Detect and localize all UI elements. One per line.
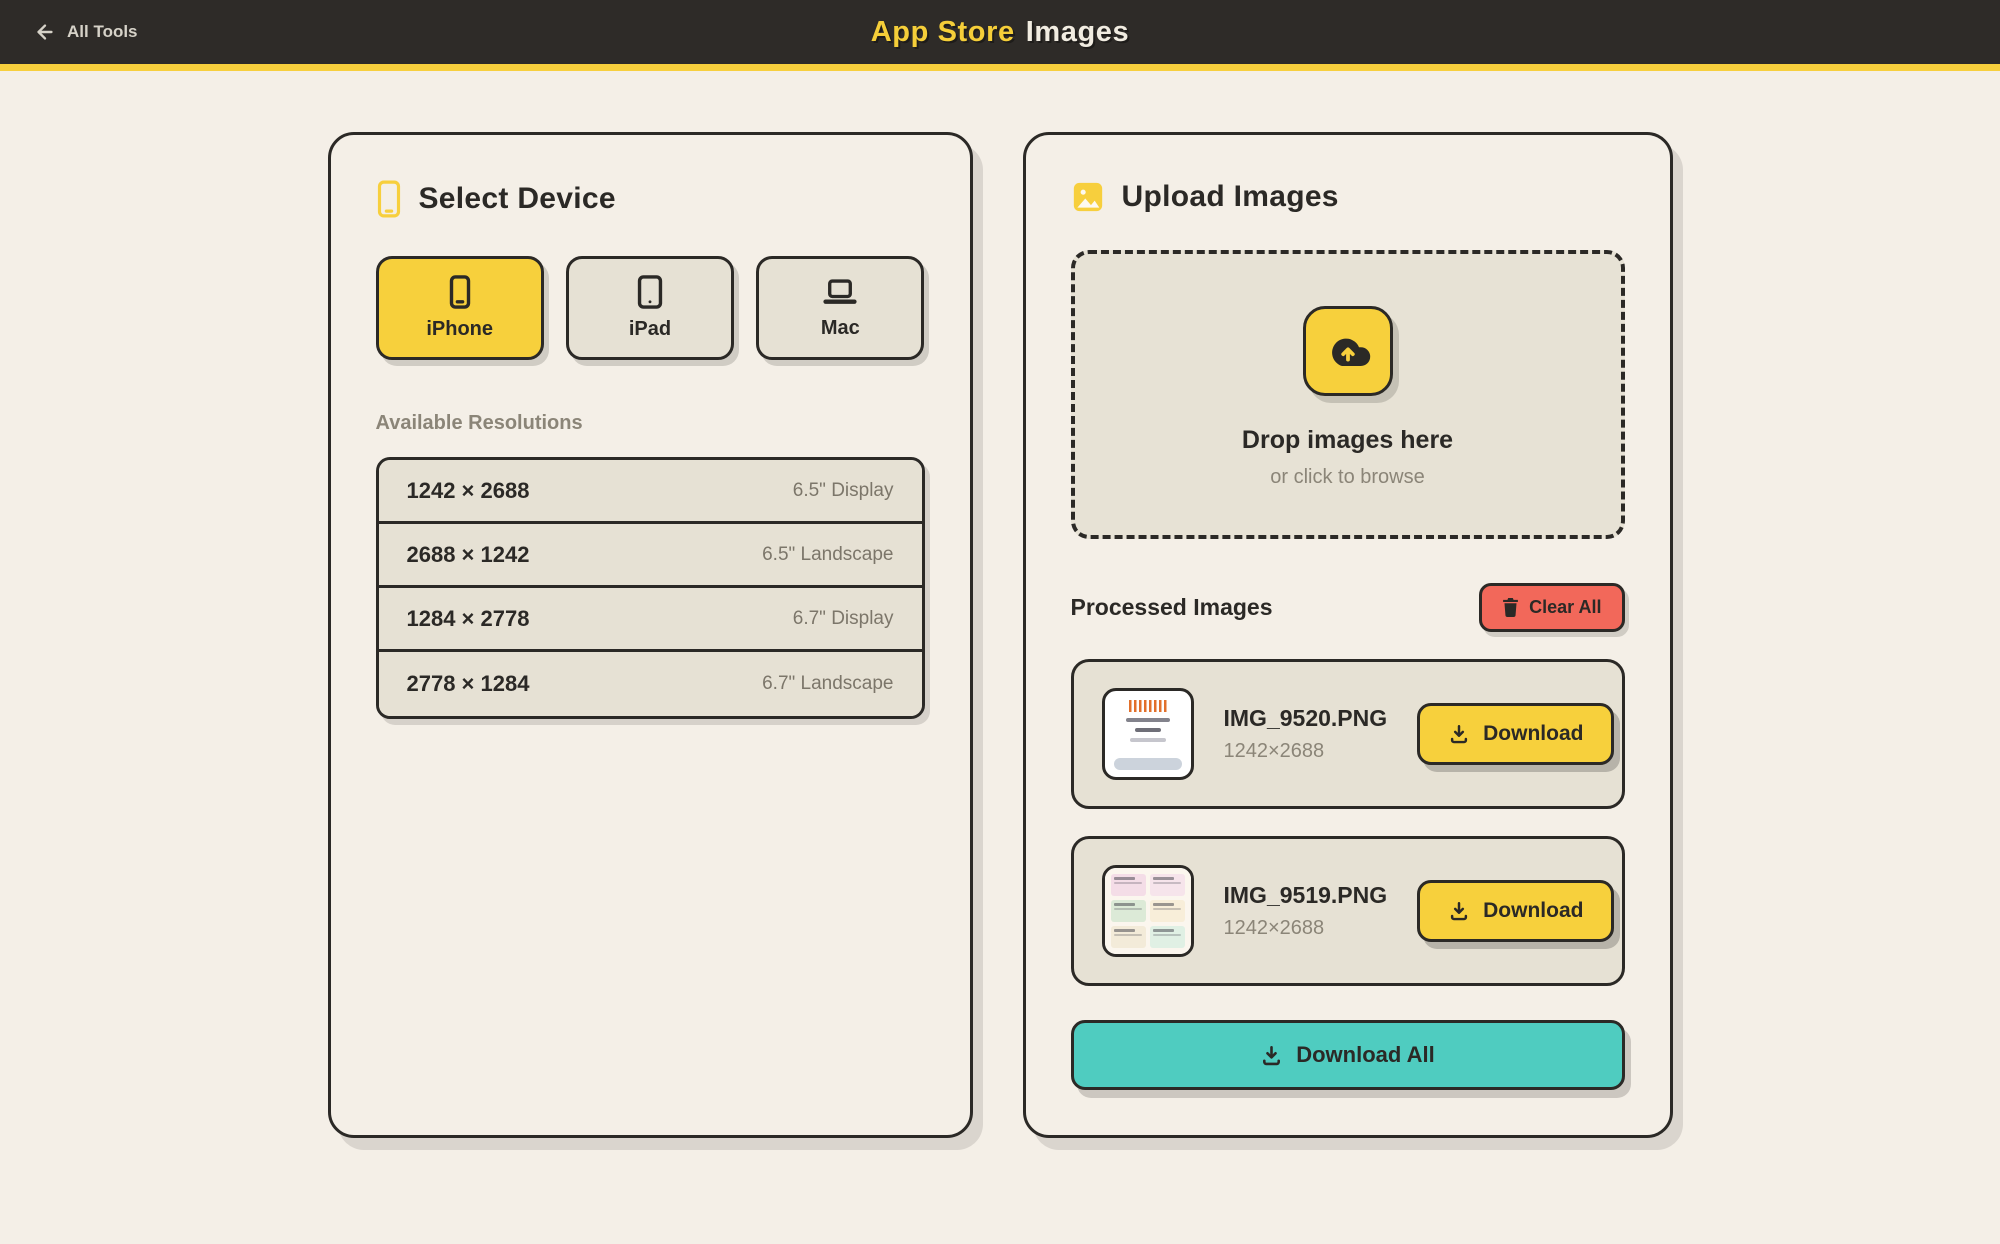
device-button-mac[interactable]: Mac: [756, 256, 924, 360]
resolution-note: 6.7" Landscape: [762, 673, 893, 695]
file-info: IMG_9519.PNG 1242×2688: [1224, 882, 1388, 940]
download-label: Download: [1483, 722, 1583, 746]
download-icon: [1448, 900, 1470, 922]
cloud-upload-icon: [1303, 306, 1393, 396]
arrow-left-icon: [34, 21, 56, 43]
device-button-label: iPad: [629, 318, 671, 341]
resolution-note: 6.5" Landscape: [762, 544, 893, 566]
select-device-title: Select Device: [419, 182, 616, 216]
resolution-list: 1242 × 2688 6.5" Display 2688 × 1242 6.5…: [376, 457, 925, 719]
file-name: IMG_9519.PNG: [1224, 882, 1388, 909]
resolution-note: 6.5" Display: [793, 480, 894, 502]
laptop-icon: [822, 276, 858, 308]
download-button[interactable]: Download: [1417, 703, 1614, 765]
resolution-note: 6.7" Display: [793, 608, 894, 630]
resolution-size: 2688 × 1242: [407, 542, 530, 568]
file-resolution: 1242×2688: [1224, 917, 1388, 940]
back-link[interactable]: All Tools: [34, 21, 138, 43]
download-all-button[interactable]: Download All: [1071, 1020, 1625, 1090]
download-label: Download: [1483, 899, 1583, 923]
resolution-row[interactable]: 1242 × 2688 6.5" Display: [379, 460, 922, 524]
select-device-panel: Select Device iPhone iPad Mac: [328, 132, 973, 1138]
resolution-row[interactable]: 2688 × 1242 6.5" Landscape: [379, 524, 922, 588]
download-all-label: Download All: [1296, 1042, 1435, 1068]
accent-stripe: [0, 64, 2000, 71]
download-icon: [1260, 1044, 1283, 1067]
resolution-size: 1284 × 2778: [407, 606, 530, 632]
file-info: IMG_9520.PNG 1242×2688: [1224, 705, 1388, 763]
download-button[interactable]: Download: [1417, 880, 1614, 942]
select-device-header: Select Device: [376, 180, 925, 218]
smartphone-icon: [444, 275, 476, 309]
resolution-size: 2778 × 1284: [407, 671, 530, 697]
processed-images-header: Processed Images Clear All: [1071, 583, 1625, 632]
tablet-icon: [634, 275, 666, 309]
page-title: App Store Images: [0, 16, 2000, 49]
upload-header: Upload Images: [1071, 180, 1625, 214]
main-content: Select Device iPhone iPad Mac: [0, 71, 2000, 1138]
device-button-ipad[interactable]: iPad: [566, 256, 734, 360]
download-icon: [1448, 723, 1470, 745]
resolution-row[interactable]: 1284 × 2778 6.7" Display: [379, 588, 922, 652]
receipt-screenshot-thumbnail: [1102, 688, 1194, 780]
image-icon: [1071, 180, 1105, 214]
top-bar: All Tools App Store Images: [0, 0, 2000, 64]
trash-icon: [1502, 598, 1519, 617]
device-buttons: iPhone iPad Mac: [376, 256, 925, 360]
processed-file-row: IMG_9520.PNG 1242×2688 Download: [1071, 659, 1625, 809]
device-button-iphone[interactable]: iPhone: [376, 256, 544, 360]
clear-all-button[interactable]: Clear All: [1479, 583, 1624, 632]
card-grid-screenshot-thumbnail: [1102, 865, 1194, 957]
dropzone[interactable]: Drop images here or click to browse: [1071, 250, 1625, 539]
available-resolutions-label: Available Resolutions: [376, 412, 925, 435]
clear-all-label: Clear All: [1529, 597, 1601, 618]
upload-panel: Upload Images Drop images here or click …: [1023, 132, 1673, 1138]
page-title-rest: Images: [1026, 16, 1130, 48]
dropzone-subheading: or click to browse: [1270, 466, 1425, 489]
back-label: All Tools: [67, 22, 138, 42]
smartphone-icon: [376, 180, 402, 218]
dropzone-heading: Drop images here: [1242, 426, 1453, 455]
resolution-row[interactable]: 2778 × 1284 6.7" Landscape: [379, 652, 922, 716]
processed-file-row: IMG_9519.PNG 1242×2688 Download: [1071, 836, 1625, 986]
upload-title: Upload Images: [1122, 180, 1339, 214]
processed-images-label: Processed Images: [1071, 594, 1273, 621]
device-button-label: iPhone: [426, 318, 493, 341]
device-button-label: Mac: [821, 317, 860, 340]
resolution-size: 1242 × 2688: [407, 478, 530, 504]
file-name: IMG_9520.PNG: [1224, 705, 1388, 732]
page-title-accent: App Store: [871, 16, 1015, 48]
file-resolution: 1242×2688: [1224, 740, 1388, 763]
